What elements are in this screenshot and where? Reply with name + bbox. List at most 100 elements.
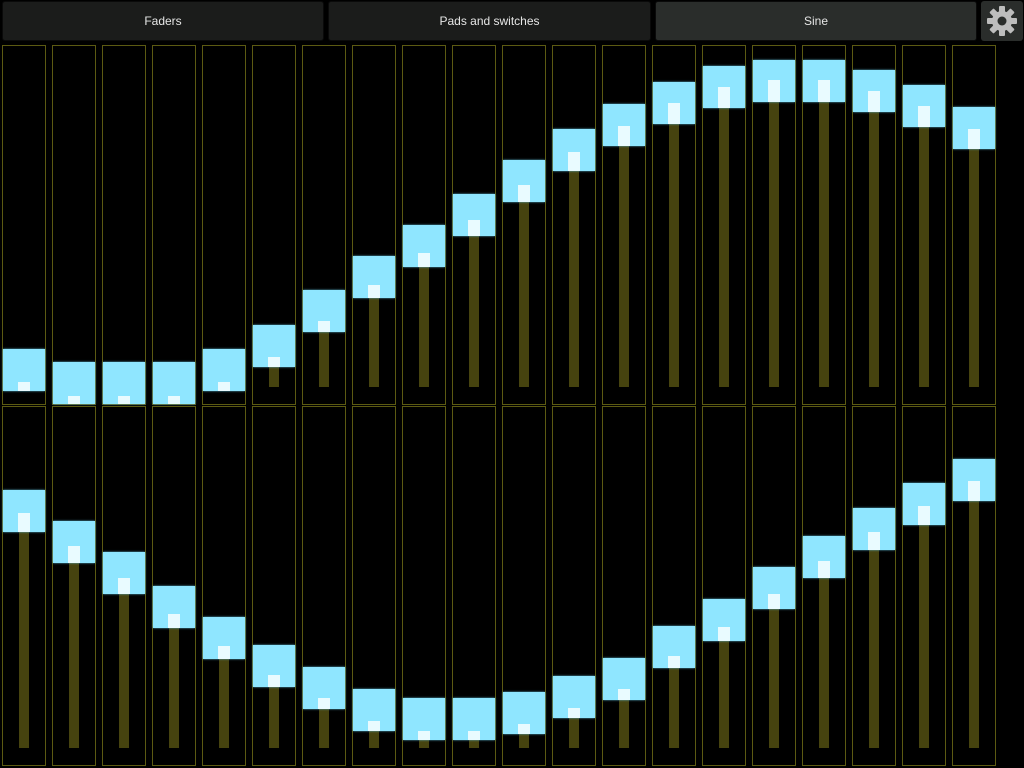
fader-knob[interactable] — [453, 698, 495, 741]
fader-top-7[interactable] — [302, 45, 346, 405]
fader-knob-indicator — [918, 106, 930, 128]
fader-knob[interactable] — [103, 362, 145, 404]
fader-knob[interactable] — [903, 483, 945, 526]
fader-top-3[interactable] — [102, 45, 146, 405]
fader-knob[interactable] — [403, 225, 445, 268]
fader-knob[interactable] — [853, 508, 895, 551]
fader-bottom-14[interactable] — [652, 406, 696, 766]
fader-knob[interactable] — [353, 688, 395, 731]
fader-top-16[interactable] — [752, 45, 796, 405]
fader-knob-indicator — [468, 731, 480, 741]
fader-knob[interactable] — [153, 586, 195, 629]
fader-knob[interactable] — [153, 361, 195, 404]
fader-track — [419, 246, 429, 387]
tab-pads-and-switches[interactable]: Pads and switches — [328, 1, 651, 41]
fader-top-9[interactable] — [402, 45, 446, 405]
fader-knob[interactable] — [303, 666, 345, 709]
fader-top-2[interactable] — [52, 45, 96, 405]
fader-bottom-11[interactable] — [502, 406, 546, 766]
fader-top-17[interactable] — [802, 45, 846, 405]
fader-top-12[interactable] — [552, 45, 596, 405]
tab-sine[interactable]: Sine — [655, 1, 977, 41]
fader-knob-indicator — [968, 480, 980, 501]
fader-knob[interactable] — [603, 103, 645, 146]
fader-bottom-3[interactable] — [102, 406, 146, 766]
fader-bottom-7[interactable] — [302, 406, 346, 766]
fader-knob-indicator — [268, 356, 280, 367]
fader-knob[interactable] — [903, 85, 945, 128]
fader-knob[interactable] — [303, 290, 345, 333]
fader-track — [519, 180, 529, 387]
fader-top-5[interactable] — [202, 45, 246, 405]
fader-knob[interactable] — [803, 60, 845, 103]
fader-bottom-2[interactable] — [52, 406, 96, 766]
gear-icon — [987, 6, 1017, 36]
fader-bottom-19[interactable] — [902, 406, 946, 766]
fader-bottom-1[interactable] — [2, 406, 46, 766]
fader-knob[interactable] — [953, 458, 995, 501]
fader-bottom-13[interactable] — [602, 406, 646, 766]
fader-track — [619, 124, 629, 387]
fader-bottom-4[interactable] — [152, 406, 196, 766]
fader-knob[interactable] — [703, 598, 745, 641]
fader-knob-indicator — [668, 656, 680, 669]
fader-top-1[interactable] — [2, 45, 46, 405]
fader-knob-indicator — [818, 561, 830, 579]
fader-bottom-20[interactable] — [952, 406, 996, 766]
fader-top-14[interactable] — [652, 45, 696, 405]
fader-bottom-5[interactable] — [202, 406, 246, 766]
fader-knob[interactable] — [553, 128, 595, 171]
fader-bottom-16[interactable] — [752, 406, 796, 766]
fader-knob-indicator — [318, 321, 330, 333]
fader-knob[interactable] — [3, 489, 45, 532]
fader-top-4[interactable] — [152, 45, 196, 405]
fader-knob[interactable] — [753, 60, 795, 103]
fader-bottom-12[interactable] — [552, 406, 596, 766]
fader-knob[interactable] — [853, 69, 895, 112]
fader-top-18[interactable] — [852, 45, 896, 405]
fader-knob-indicator — [768, 594, 780, 610]
fader-bottom-8[interactable] — [352, 406, 396, 766]
fader-top-11[interactable] — [502, 45, 546, 405]
fader-knob[interactable] — [503, 159, 545, 202]
fader-knob[interactable] — [653, 626, 695, 669]
tab-faders[interactable]: Faders — [2, 1, 324, 41]
fader-knob[interactable] — [953, 106, 995, 149]
fader-knob[interactable] — [753, 567, 795, 610]
fader-top-19[interactable] — [902, 45, 946, 405]
fader-knob-indicator — [618, 688, 630, 700]
fader-knob[interactable] — [603, 657, 645, 700]
fader-bottom-10[interactable] — [452, 406, 496, 766]
fader-bottom-6[interactable] — [252, 406, 296, 766]
settings-button[interactable] — [981, 1, 1023, 41]
fader-knob[interactable] — [53, 361, 95, 404]
fader-top-6[interactable] — [252, 45, 296, 405]
fader-bottom-15[interactable] — [702, 406, 746, 766]
fader-track — [669, 103, 679, 387]
fader-knob[interactable] — [503, 691, 545, 734]
fader-top-10[interactable] — [452, 45, 496, 405]
fader-knob[interactable] — [203, 617, 245, 660]
fader-knob[interactable] — [553, 676, 595, 719]
fader-knob[interactable] — [253, 645, 295, 688]
fader-bottom-18[interactable] — [852, 406, 896, 766]
fader-knob[interactable] — [803, 536, 845, 579]
fader-top-20[interactable] — [952, 45, 996, 405]
fader-knob[interactable] — [353, 256, 395, 299]
fader-knob[interactable] — [453, 193, 495, 236]
fader-top-8[interactable] — [352, 45, 396, 405]
fader-knob-indicator — [868, 532, 880, 551]
fader-knob[interactable] — [3, 349, 45, 392]
fader-knob[interactable] — [403, 698, 445, 741]
fader-knob[interactable] — [703, 66, 745, 109]
fader-knob[interactable] — [53, 520, 95, 563]
fader-top-13[interactable] — [602, 45, 646, 405]
fader-knob[interactable] — [653, 82, 695, 124]
fader-top-15[interactable] — [702, 45, 746, 405]
fader-knob[interactable] — [253, 324, 295, 367]
fader-knob[interactable] — [203, 349, 245, 392]
fader-bottom-9[interactable] — [402, 406, 446, 766]
fader-knob-indicator — [768, 80, 780, 103]
fader-knob[interactable] — [103, 551, 145, 594]
fader-bottom-17[interactable] — [802, 406, 846, 766]
